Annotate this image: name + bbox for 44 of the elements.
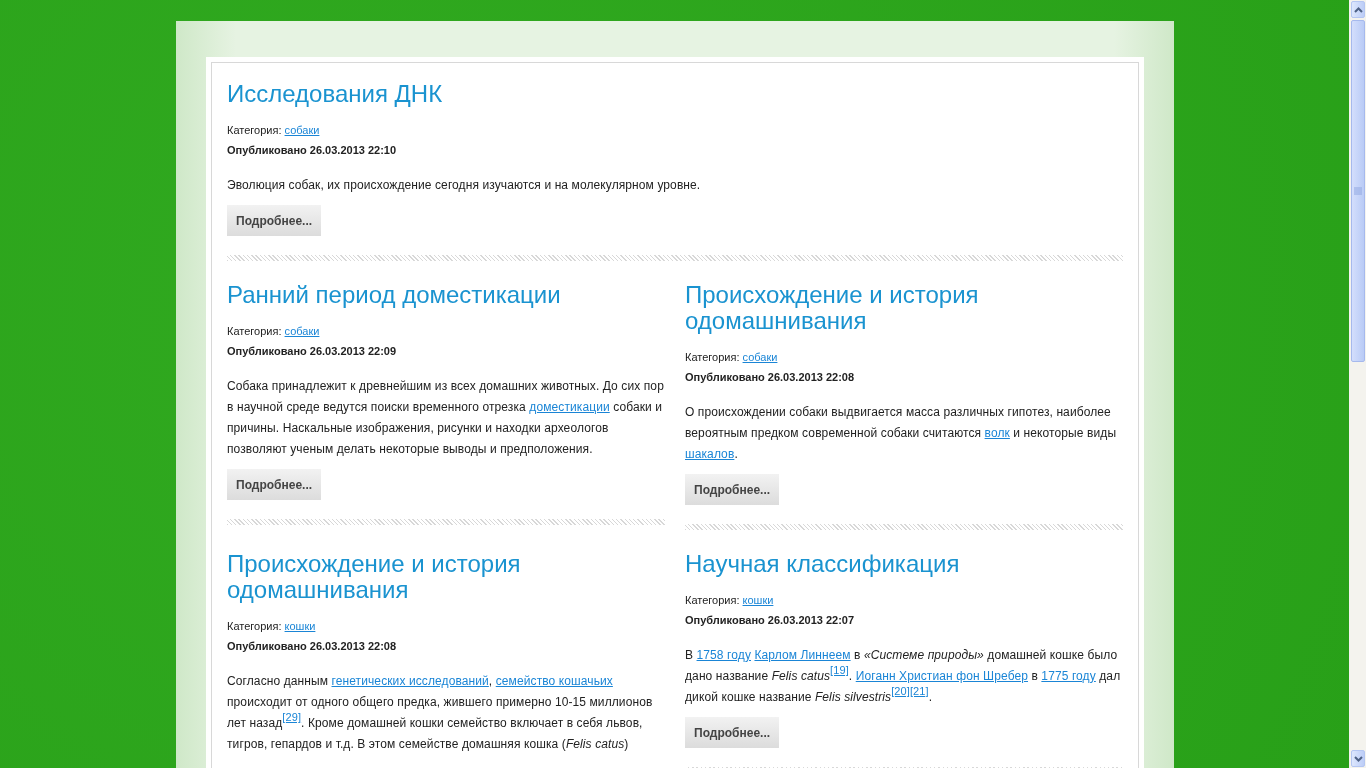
text-link[interactable]: генетических исследований [331,674,489,688]
category-link[interactable]: кошки [284,620,316,632]
reference-link[interactable]: [20] [891,685,910,697]
article-title: Научная классификация [685,551,961,577]
text-link[interactable]: Иоганн Христиан фон Шребер [855,669,1028,683]
read-more-button[interactable]: Подробнее... [227,205,322,236]
category-label: Категория: [227,325,282,337]
text-link[interactable]: семейство кошачьих [495,674,613,688]
read-more-button[interactable]: Подробнее... [227,469,322,500]
category-label: Категория: [227,124,282,136]
category-link[interactable]: собаки [742,351,778,363]
text-link[interactable]: волк [984,426,1010,440]
text-link[interactable]: Карлом Линнеем [754,648,851,662]
reference-link[interactable]: [19] [830,664,849,676]
scroll-down-button[interactable] [1351,750,1365,767]
article-title: Происхождение и история одомашнивания [227,551,522,603]
category-link[interactable]: собаки [284,124,320,136]
article-title: Происхождение и история одомашнивания [685,282,980,334]
text-link[interactable]: 1758 году [696,648,751,662]
article-title: Исследования ДНК [227,81,444,107]
read-more-button[interactable]: Подробнее... [685,717,780,748]
read-more-button[interactable]: Подробнее... [685,474,780,505]
reference-link[interactable]: [21] [909,685,929,697]
category-label: Категория: [227,620,282,632]
published-date: Опубликовано 26.03.2013 22:10 [227,143,398,158]
category-link[interactable]: собаки [284,325,320,337]
text-link[interactable]: доместикации [529,400,610,414]
published-date: Опубликовано 26.03.2013 22:07 [685,613,856,628]
scroll-up-button[interactable] [1351,1,1365,18]
chevron-down-icon [1353,755,1363,762]
text-link[interactable]: 1775 году [1041,669,1096,683]
category-label: Категория: [685,351,740,363]
chevron-up-icon [1353,6,1363,13]
article-title: Ранний период доместикации [227,282,562,308]
category-link[interactable]: кошки [742,594,774,606]
reference-link[interactable]: [29] [282,711,302,723]
article-text: Эволюция собак, их происхождение сегодня изучаются и на молекулярном уровне. [227,177,702,194]
published-date: Опубликовано 26.03.2013 22:09 [227,344,398,359]
grip-icon [1354,187,1362,195]
published-date: Опубликовано 26.03.2013 22:08 [227,639,398,654]
article-text: Собака принадлежит к древнейшим из всех домашних животных. До сих пор в научной среде ведутся поиски временного отрезка доместикации собаки и причины. Наскальные изображения, рисунки и находки археологов позволяют ученым делать некоторые выводы и предположения. [227,378,665,458]
published-date: Опубликовано 26.03.2013 22:08 [685,370,856,385]
article-text: О происхождении собаки выдвигается масса различных гипотез, наиболее вероятным предком современной собаки считаются волк и некоторые виды шакалов. [685,404,1118,463]
category-label: Категория: [685,594,740,606]
